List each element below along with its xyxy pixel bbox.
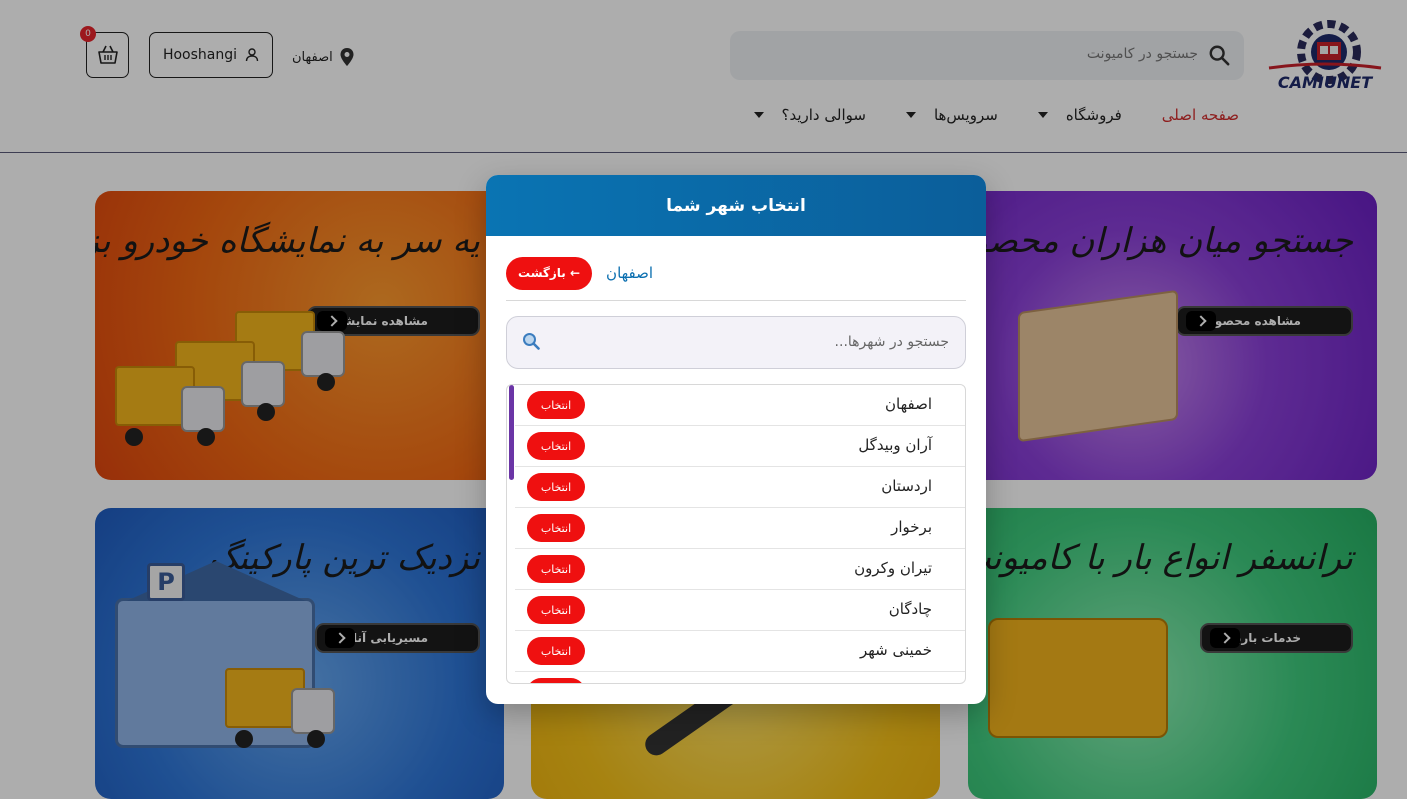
city-row[interactable]: آران وبیدگل انتخاب [515,426,965,467]
city-search-placeholder: جستجو در شهرها... [834,334,949,350]
city-row[interactable]: چادگان انتخاب [515,590,965,631]
select-city-button[interactable]: انتخاب [527,596,585,624]
city-row[interactable] [515,672,965,683]
city-row[interactable]: تیران وکرون انتخاب [515,549,965,590]
select-city-button[interactable]: انتخاب [527,555,585,583]
select-city-button[interactable]: انتخاب [527,432,585,460]
select-city-button[interactable]: انتخاب [527,391,585,419]
city-select-modal: انتخاب شهر شما اصفهان ← بازگشت جستجو در … [486,175,986,704]
search-icon [523,333,540,350]
city-row[interactable]: اصفهان انتخاب [515,385,965,426]
city-name: آران وبیدگل [858,436,932,454]
city-list[interactable]: اصفهان انتخاب آران وبیدگل انتخاب اردستان… [506,384,966,684]
city-row[interactable]: خمینی شهر انتخاب [515,631,965,672]
city-name: اصفهان [885,395,932,413]
city-name: برخوار [891,518,932,536]
city-name: اردستان [881,477,932,495]
city-search-input[interactable]: جستجو در شهرها... [506,316,966,369]
breadcrumb: اصفهان ← بازگشت [506,256,966,290]
current-province: اصفهان [606,264,654,282]
city-row[interactable]: برخوار انتخاب [515,508,965,549]
city-name: تیران وکرون [854,559,932,577]
modal-title: انتخاب شهر شما [486,175,986,236]
select-city-button[interactable]: انتخاب [527,473,585,501]
back-button[interactable]: ← بازگشت [506,256,593,290]
city-row[interactable]: اردستان انتخاب [515,467,965,508]
select-city-button[interactable] [527,678,585,683]
city-name: خمینی شهر [859,641,932,659]
divider [506,300,966,301]
city-name: چادگان [888,600,932,618]
scrollbar[interactable] [509,385,514,480]
select-city-button[interactable]: انتخاب [527,637,585,665]
select-city-button[interactable]: انتخاب [527,514,585,542]
